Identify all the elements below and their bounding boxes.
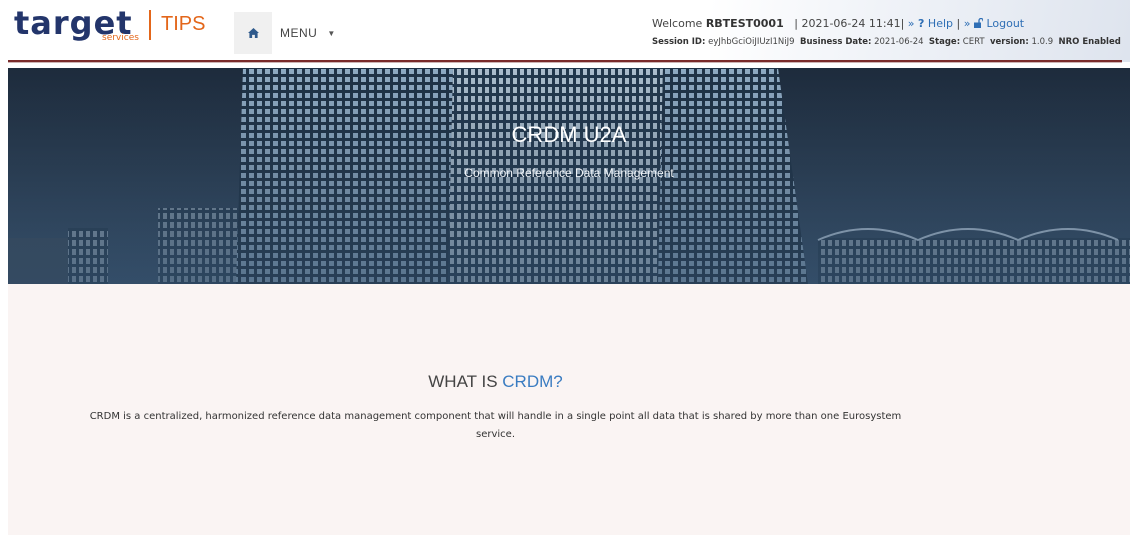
home-button[interactable] [234, 12, 272, 54]
header-background [710, 0, 1130, 62]
version-value: 1.0.9 [1031, 37, 1054, 47]
section-description: CRDM is a centralized, harmonized refere… [89, 411, 902, 440]
hero-subtitle: Common Reference Data Management [464, 166, 674, 180]
home-icon [247, 28, 259, 38]
hero-title: CRDM U2A [511, 122, 627, 147]
username: RBTEST0001 [705, 17, 784, 30]
logout-link[interactable]: » Logout [964, 17, 1024, 30]
nro-enabled-label: NRO Enabled [1058, 37, 1121, 47]
version-label: version: [990, 37, 1029, 47]
logo-sub: services [102, 33, 139, 43]
question-icon: ? [918, 17, 925, 30]
stage-label: Stage: [928, 37, 961, 47]
stage-value: CERT [962, 37, 985, 47]
session-label: Session ID: [652, 37, 706, 47]
main-content: WHAT IS CRDM? CRDM is a centralized, har… [8, 284, 1130, 535]
welcome-label: Welcome [652, 17, 703, 30]
datetime: 2021-06-24 11:41 [801, 17, 901, 30]
business-date: 2021-06-24 [874, 37, 924, 47]
user-info: Welcome RBTEST0001 | 2021-06-24 11:41| »… [652, 17, 1025, 30]
section-title-accent: CRDM? [502, 372, 563, 391]
section-title-prefix: WHAT IS [428, 372, 503, 391]
header-rule-shadow [8, 62, 1122, 63]
menu-label: MENU [280, 26, 318, 40]
top-header: target services TIPS MENU ▼ Welcome RBTE… [0, 0, 1130, 63]
section-title: WHAT IS CRDM? [8, 372, 983, 392]
logo-divider [149, 10, 151, 40]
session-info: Session ID: eyJhbGciOiJIUzI1NiJ9 Busines… [652, 37, 1121, 47]
caret-down-icon: ▼ [327, 28, 336, 38]
business-date-label: Business Date: [799, 37, 872, 47]
help-link[interactable]: » ? Help [908, 17, 953, 30]
menu-dropdown[interactable]: MENU ▼ [280, 12, 336, 54]
unlock-icon [973, 17, 984, 28]
session-id: eyJhbGciOiJIUzI1NiJ9 [708, 37, 795, 47]
app-name: TIPS [161, 13, 206, 35]
hero-banner: CRDM U2A Common Reference Data Managemen… [8, 68, 1130, 284]
